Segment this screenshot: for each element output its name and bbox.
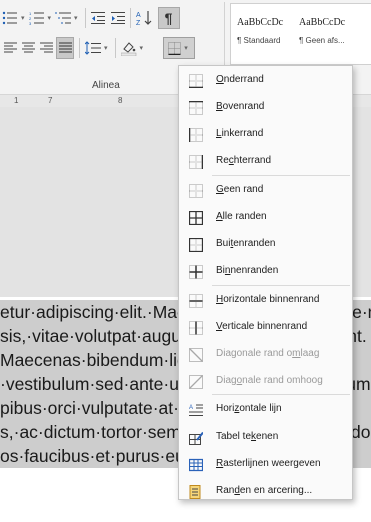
menu-item-onderrand[interactable]: Onderrand <box>179 68 352 94</box>
no-border-icon <box>189 184 203 198</box>
menu-item-horizontale-binnenrand[interactable]: Horizontale binnenrand <box>179 288 352 314</box>
menu-item-label: Binnenranden <box>216 265 279 276</box>
draw-table-icon <box>189 431 204 445</box>
sort-icon[interactable]: AZ <box>136 7 152 29</box>
borders-button[interactable]: ▾ <box>163 37 195 59</box>
borders-and-shading-icon <box>189 485 203 499</box>
menu-item-label: Verticale binnenrand <box>216 321 308 332</box>
ruler-tick: 7 <box>48 96 53 105</box>
inside-borders-icon <box>189 265 203 279</box>
decrease-indent-icon[interactable] <box>90 7 105 29</box>
align-left-icon[interactable] <box>2 37 18 59</box>
menu-item-binnenranden[interactable]: Binnenranden <box>179 259 352 285</box>
style-geen-afstand[interactable]: AaBbCcDc ¶ Geen afs... <box>293 4 355 64</box>
menu-item-buitenranden[interactable]: Buitenranden <box>179 232 352 258</box>
divider <box>84 8 86 28</box>
chevron-down-icon[interactable]: ▾ <box>21 14 25 22</box>
borders-icon <box>168 41 182 55</box>
borders-dropdown-menu: Onderrand Bovenrand Linkerrand Rechterrand G… <box>178 65 353 500</box>
ribbon-row-2: ▾ ▾ <box>2 37 145 59</box>
menu-item-alle-randen[interactable]: Alle randen <box>179 205 352 231</box>
ruler-tick: 1 <box>14 96 19 105</box>
svg-text:3: 3 <box>29 21 32 25</box>
menu-item-linkerrand[interactable]: Linkerrand <box>179 122 352 148</box>
chevron-down-icon[interactable]: ▾ <box>48 14 52 22</box>
all-borders-icon <box>188 210 204 226</box>
svg-text:A: A <box>136 12 141 19</box>
menu-item-label: Bovenrand <box>216 101 265 112</box>
bottom-border-icon <box>189 74 203 89</box>
svg-text:Z: Z <box>136 20 141 26</box>
menu-item-label: Horizontale binnenrand <box>216 294 320 305</box>
menu-item-diagonale-rand-omlaag: Diagonale rand omlaag <box>179 342 352 368</box>
ruler-tick: 8 <box>118 96 123 105</box>
style-preview: AaBbCcDc <box>299 17 346 28</box>
menu-item-label: Onderrand <box>216 74 264 85</box>
menu-item-rasterlijnen-weergeven[interactable]: Rasterlijnen weergeven <box>179 452 352 478</box>
style-preview: AaBbCcDc <box>237 17 284 28</box>
bullets-icon[interactable] <box>2 7 18 29</box>
menu-item-tabel-tekenen[interactable]: Tabel tekenen <box>179 425 352 451</box>
chevron-down-icon[interactable]: ▾ <box>140 44 144 52</box>
line-spacing-icon[interactable] <box>85 37 101 59</box>
menu-item-geen-rand[interactable]: Geen rand <box>179 178 352 204</box>
ribbon-row-1: ▾ 123 ▾ ▾ AZ ¶ <box>2 7 180 29</box>
menu-divider <box>212 175 350 176</box>
style-name: ¶ Standaard <box>237 36 281 45</box>
diagonal-down-border-icon <box>189 348 203 362</box>
menu-item-horizontale-lijn[interactable]: A Horizontale lijn <box>179 397 352 423</box>
styles-gallery: AaBbCcDc ¶ Standaard AaBbCcDc ¶ Geen afs… <box>230 3 371 65</box>
align-center-icon[interactable] <box>20 37 36 59</box>
inside-vertical-border-icon <box>189 321 203 335</box>
increase-indent-icon[interactable] <box>110 7 125 29</box>
divider <box>79 38 80 58</box>
style-name: ¶ Geen afs... <box>299 36 345 45</box>
menu-item-label: Tabel tekenen <box>216 431 279 442</box>
menu-divider <box>212 285 350 286</box>
menu-item-label: Diagonale rand omhoog <box>216 375 323 386</box>
menu-item-label: Horizontale lijn <box>216 403 282 414</box>
menu-item-bovenrand[interactable]: Bovenrand <box>179 95 352 121</box>
justify-icon[interactable] <box>56 37 74 59</box>
menu-item-label: Rechterrand <box>216 155 272 166</box>
menu-item-label: Randen en arcering... <box>216 485 313 496</box>
menu-item-label: Rasterlijnen weergeven <box>216 458 321 469</box>
menu-item-label: Geen rand <box>216 184 264 195</box>
chevron-down-icon[interactable]: ▾ <box>74 14 78 22</box>
view-gridlines-icon <box>188 458 204 472</box>
menu-item-verticale-binnenrand[interactable]: Verticale binnenrand <box>179 315 352 341</box>
right-border-icon <box>189 155 204 169</box>
numbering-icon[interactable]: 123 <box>29 7 45 29</box>
top-border-icon <box>189 100 203 115</box>
chevron-down-icon[interactable]: ▾ <box>104 44 108 52</box>
menu-item-label: Diagonale rand omlaag <box>216 348 320 359</box>
menu-item-label: Buitenranden <box>216 238 276 249</box>
multilevel-list-icon[interactable] <box>55 7 72 29</box>
chevron-down-icon: ▾ <box>184 45 188 52</box>
menu-item-randen-en-arcering[interactable]: Randen en arcering... <box>179 479 352 505</box>
shading-icon[interactable] <box>120 37 137 59</box>
outside-borders-icon <box>188 237 204 253</box>
style-standaard[interactable]: AaBbCcDc ¶ Standaard <box>231 4 293 64</box>
align-right-icon[interactable] <box>38 37 54 59</box>
group-label: Alinea <box>92 80 120 91</box>
menu-item-label: Alle randen <box>216 211 267 222</box>
svg-text:A: A <box>189 405 193 411</box>
left-border-icon <box>188 128 203 142</box>
divider <box>129 8 131 28</box>
menu-item-diagonale-rand-omhoog: Diagonale rand omhoog <box>179 369 352 395</box>
pilcrow-icon[interactable]: ¶ <box>157 7 180 29</box>
menu-item-rechterrand[interactable]: Rechterrand <box>179 149 352 175</box>
inside-horizontal-border-icon <box>189 294 203 308</box>
divider <box>114 38 116 58</box>
horizontal-line-icon: A <box>189 403 203 417</box>
diagonal-up-border-icon <box>189 375 203 389</box>
menu-item-label: Linkerrand <box>216 128 264 139</box>
